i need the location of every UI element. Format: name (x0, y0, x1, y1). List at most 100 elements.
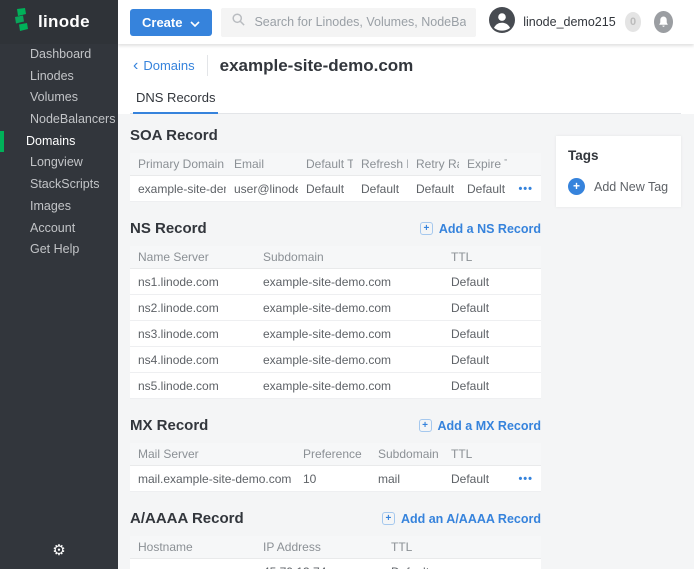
section-title: MX Record (130, 417, 208, 434)
row-actions-menu-icon[interactable]: ••• (507, 183, 541, 195)
cell: Default (443, 472, 507, 486)
records-table: HostnameIP AddressTTL45.79.13.74Default•… (130, 536, 541, 569)
records-table: Primary DomainEmailDefault TTLRefresh Ra… (130, 153, 541, 202)
sidebar: linode DashboardLinodesVolumesNodeBalanc… (0, 0, 118, 569)
column-header: TTL (443, 447, 507, 461)
cell: Default (443, 327, 541, 341)
section-title: A/AAAA Record (130, 510, 244, 527)
cell: Default (298, 182, 353, 196)
sidebar-item-stackscripts[interactable]: StackScripts (0, 174, 118, 196)
table-row: ns3.linode.comexample-site-demo.comDefau… (130, 321, 541, 347)
cell: example-site-demo.com (255, 379, 443, 393)
sidebar-item-longview[interactable]: Longview (0, 152, 118, 174)
column-header: Default TTL (298, 157, 353, 171)
search-input[interactable] (254, 15, 466, 29)
tab-bar: DNS Records (130, 82, 681, 114)
cell: Default (443, 353, 541, 367)
sidebar-item-dashboard[interactable]: Dashboard (0, 44, 118, 66)
content: SOA RecordPrimary DomainEmailDefault TTL… (118, 114, 694, 569)
column-header: TTL (443, 250, 541, 264)
table-header-row: Mail ServerPreferenceSubdomainTTL (130, 443, 541, 466)
cell: 45.79.13.74 (255, 565, 383, 569)
table-header-row: Name ServerSubdomainTTL (130, 246, 541, 269)
sidebar-item-nodebalancers[interactable]: NodeBalancers (0, 109, 118, 131)
page-title: example-site-demo.com (220, 56, 414, 76)
column-header: Primary Domain (130, 157, 226, 171)
column-header: Email (226, 157, 298, 171)
table-row: ns4.linode.comexample-site-demo.comDefau… (130, 347, 541, 373)
cell: ns3.linode.com (130, 327, 255, 341)
bell-icon[interactable] (654, 11, 673, 33)
chevron-left-icon: ‹ (133, 59, 138, 72)
top-header: Create linode_demo215 0 (118, 0, 694, 44)
cell: ns2.linode.com (130, 301, 255, 315)
tab-dns-records[interactable]: DNS Records (133, 82, 218, 114)
breadcrumb: ‹ Domains example-site-demo.com (118, 44, 694, 82)
section-title: SOA Record (130, 127, 218, 144)
cell: Default (408, 182, 459, 196)
add-record-button[interactable]: +Add a MX Record (419, 419, 542, 433)
column-header: Subdomain (255, 250, 443, 264)
section-title: NS Record (130, 220, 207, 237)
table-row: ns2.linode.comexample-site-demo.comDefau… (130, 295, 541, 321)
sidebar-item-linodes[interactable]: Linodes (0, 66, 118, 88)
cell: ns4.linode.com (130, 353, 255, 367)
breadcrumb-divider (207, 55, 208, 76)
user-menu[interactable]: linode_demo215 (489, 7, 615, 38)
notification-count-badge[interactable]: 0 (625, 12, 642, 32)
add-record-button[interactable]: +Add an A/AAAA Record (382, 512, 541, 526)
search-bar[interactable] (221, 8, 476, 37)
record-sections: SOA RecordPrimary DomainEmailDefault TTL… (130, 114, 541, 569)
table-header-row: HostnameIP AddressTTL (130, 536, 541, 559)
column-header: Refresh Rate (353, 157, 408, 171)
add-record-button[interactable]: +Add a NS Record (420, 222, 541, 236)
table-row: mail.example-site-demo.com10mailDefault•… (130, 466, 541, 492)
cell: Default (443, 275, 541, 289)
column-header: Retry Rate (408, 157, 459, 171)
gear-icon[interactable]: ⚙ (0, 541, 118, 559)
cell: Default (459, 182, 507, 196)
records-table: Mail ServerPreferenceSubdomainTTLmail.ex… (130, 443, 541, 492)
section-a-aaaa-record: A/AAAA Record +Add an A/AAAA Record Hostna… (130, 510, 541, 569)
sidebar-item-get-help[interactable]: Get Help (0, 239, 118, 261)
right-column: Tags + Add New Tag (556, 114, 681, 569)
row-actions-menu-icon[interactable]: ••• (507, 566, 541, 569)
add-new-tag-button[interactable]: + Add New Tag (568, 178, 669, 195)
table-row: ns1.linode.comexample-site-demo.comDefau… (130, 269, 541, 295)
cell: ns5.linode.com (130, 379, 255, 393)
cell: example-site-demo.com (130, 182, 226, 196)
row-actions-menu-icon[interactable]: ••• (507, 473, 541, 485)
cell: example-site-demo.com (255, 275, 443, 289)
column-header: Expire Time (459, 157, 507, 171)
plus-box-icon: + (420, 222, 433, 235)
section-ns-record: NS Record +Add a NS Record Name ServerSubd… (130, 220, 541, 399)
breadcrumb-back-link[interactable]: ‹ Domains (133, 58, 195, 73)
cell: Default (383, 565, 507, 569)
section-soa-record: SOA Record Primary DomainEmailDefault TTL… (130, 127, 541, 202)
cell: Default (353, 182, 408, 196)
column-header: Subdomain (370, 447, 443, 461)
column-header: Name Server (130, 250, 255, 264)
linode-logo[interactable]: linode (0, 0, 118, 44)
cell: Default (443, 379, 541, 393)
chevron-down-icon (190, 15, 200, 30)
cell: user@linode.com (226, 182, 298, 196)
linode-cubes-icon (13, 8, 30, 37)
column-header: Hostname (130, 540, 255, 554)
cell: Default (443, 301, 541, 315)
create-button[interactable]: Create (130, 9, 212, 36)
sidebar-item-volumes[interactable]: Volumes (0, 87, 118, 109)
main-area: ‹ Domains example-site-demo.com DNS Reco… (118, 44, 694, 569)
cell: example-site-demo.com (255, 327, 443, 341)
username: linode_demo215 (523, 15, 615, 29)
plus-circle-icon: + (568, 178, 585, 195)
avatar-icon (489, 7, 515, 38)
sidebar-nav: DashboardLinodesVolumesNodeBalancersDoma… (0, 44, 118, 261)
cell: ns1.linode.com (130, 275, 255, 289)
sidebar-item-account[interactable]: Account (0, 218, 118, 240)
column-header: TTL (383, 540, 507, 554)
sidebar-item-domains[interactable]: Domains (0, 131, 118, 153)
table-row: 45.79.13.74Default••• (130, 559, 541, 569)
sidebar-item-images[interactable]: Images (0, 196, 118, 218)
plus-box-icon: + (382, 512, 395, 525)
